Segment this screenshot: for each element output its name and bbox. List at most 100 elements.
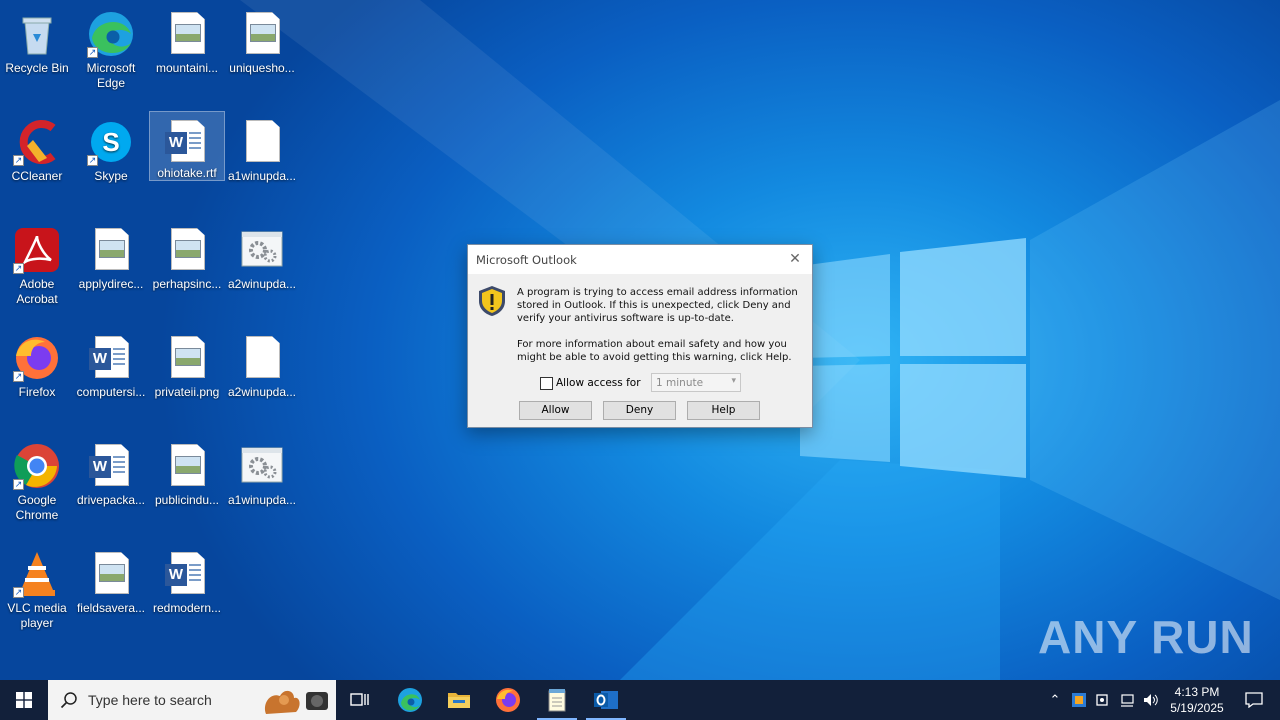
allow-button[interactable]: Allow — [519, 401, 592, 420]
blank-file-icon — [238, 334, 286, 382]
blank-file-icon — [238, 118, 286, 166]
desktop-icon-blank-file[interactable]: a2winupda... — [225, 328, 299, 432]
desktop-icon-label: perhapsinc... — [152, 277, 222, 291]
search-placeholder: Type here to search — [88, 692, 212, 708]
search-icon — [60, 692, 77, 709]
taskbar-search-box[interactable]: Type here to search — [48, 680, 336, 720]
desktop-icon-label: Firefox — [18, 385, 56, 399]
shortcut-arrow-icon: ↗ — [13, 587, 24, 598]
edge-icon: ↗ — [87, 10, 135, 58]
edge-icon — [398, 688, 422, 712]
chevron-down-icon: ▾ — [731, 376, 736, 386]
shortcut-arrow-icon: ↗ — [13, 479, 24, 490]
desktop-icon-skype[interactable]: S ↗ Skype — [74, 112, 148, 216]
desktop-icon-word-file[interactable]: Wcomputersi... — [74, 328, 148, 432]
dialog-message: A program is trying to access email addr… — [517, 286, 807, 364]
desktop-icon-word-file[interactable]: Wredmodern... — [150, 544, 224, 648]
desktop-icon-label: VLC media player — [7, 601, 67, 630]
desktop-icon-image-file[interactable]: privateii.png — [150, 328, 224, 432]
firefox-icon — [496, 688, 520, 712]
notepad-icon — [548, 689, 566, 712]
desktop-icon-gear-file[interactable]: a2winupda... — [225, 220, 299, 324]
taskbar-outlook[interactable] — [582, 680, 630, 720]
desktop-icon-label: a2winupda... — [227, 277, 297, 291]
desktop-icon-gear-file[interactable]: a1winupda... — [225, 436, 299, 540]
desktop-icon-label: Microsoft Edge — [86, 61, 136, 90]
taskbar-notepad[interactable] — [533, 680, 581, 720]
desktop-icon-label: CCleaner — [11, 169, 63, 183]
desktop-icon-blank-file[interactable]: a1winupda... — [225, 112, 299, 216]
image-file-icon — [163, 442, 211, 490]
clock-time: 4:13 PM — [1174, 685, 1220, 699]
notification-icon — [1245, 692, 1263, 708]
skype-icon: S ↗ — [87, 118, 135, 166]
image-file-icon — [238, 10, 286, 58]
desktop-icon-image-file[interactable]: uniquesho... — [225, 4, 299, 108]
duration-value: 1 minute — [656, 377, 704, 389]
tray-app-icon[interactable] — [1067, 680, 1091, 720]
desktop-icon-image-file[interactable]: fieldsavera... — [74, 544, 148, 648]
acrobat-icon: ↗ — [13, 226, 61, 274]
allow-access-checkbox[interactable] — [540, 376, 553, 390]
image-file-icon — [87, 226, 135, 274]
recycle-bin-icon — [13, 10, 61, 58]
network-icon[interactable] — [1115, 680, 1139, 720]
desktop-icon-edge[interactable]: ↗ Microsoft Edge — [74, 4, 148, 108]
desktop-icon-label: Skype — [94, 169, 128, 183]
shortcut-arrow-icon: ↗ — [87, 155, 98, 166]
help-button[interactable]: Help — [687, 401, 760, 420]
start-button[interactable] — [0, 680, 48, 720]
shortcut-arrow-icon: ↗ — [87, 47, 98, 58]
desktop-icon-label: privateii.png — [154, 385, 220, 399]
desktop-icon-label: a1winupda... — [227, 493, 297, 507]
desktop-icon-chrome[interactable]: ↗ Google Chrome — [0, 436, 74, 540]
desktop-icon-vlc[interactable]: ↗ VLC media player — [0, 544, 74, 648]
taskbar-file-explorer[interactable] — [435, 680, 483, 720]
shortcut-arrow-icon: ↗ — [13, 371, 24, 382]
desktop-icon-label: drivepacka... — [76, 493, 146, 507]
desktop-icon-label: fieldsavera... — [76, 601, 146, 615]
taskbar-clock[interactable]: 4:13 PM 5/19/2025 — [1162, 684, 1232, 716]
desktop-icon-recycle-bin[interactable]: Recycle Bin — [0, 4, 74, 108]
desktop-icon-image-file[interactable]: perhapsinc... — [150, 220, 224, 324]
desktop-icon-label: publicindu... — [154, 493, 220, 507]
taskbar-edge[interactable] — [386, 680, 434, 720]
warning-shield-icon — [479, 286, 505, 316]
action-center-button[interactable] — [1234, 680, 1274, 720]
image-file-icon — [163, 10, 211, 58]
tray-meet-icon[interactable] — [1091, 680, 1115, 720]
folder-icon — [448, 693, 470, 708]
clock-date: 5/19/2025 — [1170, 701, 1224, 715]
windows-start-icon — [16, 692, 32, 708]
dialog-titlebar[interactable]: Microsoft Outlook ✕ — [468, 245, 812, 274]
desktop-icon-image-file[interactable]: publicindu... — [150, 436, 224, 540]
ccleaner-icon: ↗ — [13, 118, 61, 166]
desktop-icon-word-file[interactable]: Wdrivepacka... — [74, 436, 148, 540]
deny-button[interactable]: Deny — [603, 401, 676, 420]
desktop-icon-image-file[interactable]: mountaini... — [150, 4, 224, 108]
desktop-icon-firefox[interactable]: ↗ Firefox — [0, 328, 74, 432]
firefox-icon: ↗ — [13, 334, 61, 382]
desktop-icon-ccleaner[interactable]: ↗ CCleaner — [0, 112, 74, 216]
gear-file-icon — [238, 442, 286, 490]
close-icon[interactable]: ✕ — [782, 248, 808, 270]
image-file-icon — [163, 226, 211, 274]
tray-overflow-chevron-icon[interactable]: ⌃ — [1043, 680, 1067, 720]
word-file-icon: W — [87, 442, 135, 490]
desktop-icon-image-file[interactable]: applydirec... — [74, 220, 148, 324]
chrome-icon: ↗ — [13, 442, 61, 490]
outlook-icon — [594, 691, 618, 709]
allow-access-label[interactable]: Allow access for — [556, 377, 641, 389]
volume-icon[interactable] — [1139, 680, 1163, 720]
duration-select[interactable]: 1 minute ▾ — [651, 373, 741, 392]
allow-access-row: Allow access for — [540, 374, 641, 392]
desktop-icon-label: a2winupda... — [227, 385, 297, 399]
desktop-icon-word-file[interactable]: Wohiotake.rtf — [149, 111, 225, 181]
desktop-icon-acrobat[interactable]: ↗ Adobe Acrobat — [0, 220, 74, 324]
outlook-security-dialog: Microsoft Outlook ✕ A program is trying … — [467, 244, 813, 428]
taskbar: Type here to search ⌃ 4:13 PM 5/19/2025 — [0, 680, 1280, 720]
taskbar-firefox[interactable] — [484, 680, 532, 720]
anyrun-watermark: ANY RUN — [1038, 611, 1254, 663]
task-view-button[interactable] — [336, 680, 384, 720]
image-file-icon — [163, 334, 211, 382]
